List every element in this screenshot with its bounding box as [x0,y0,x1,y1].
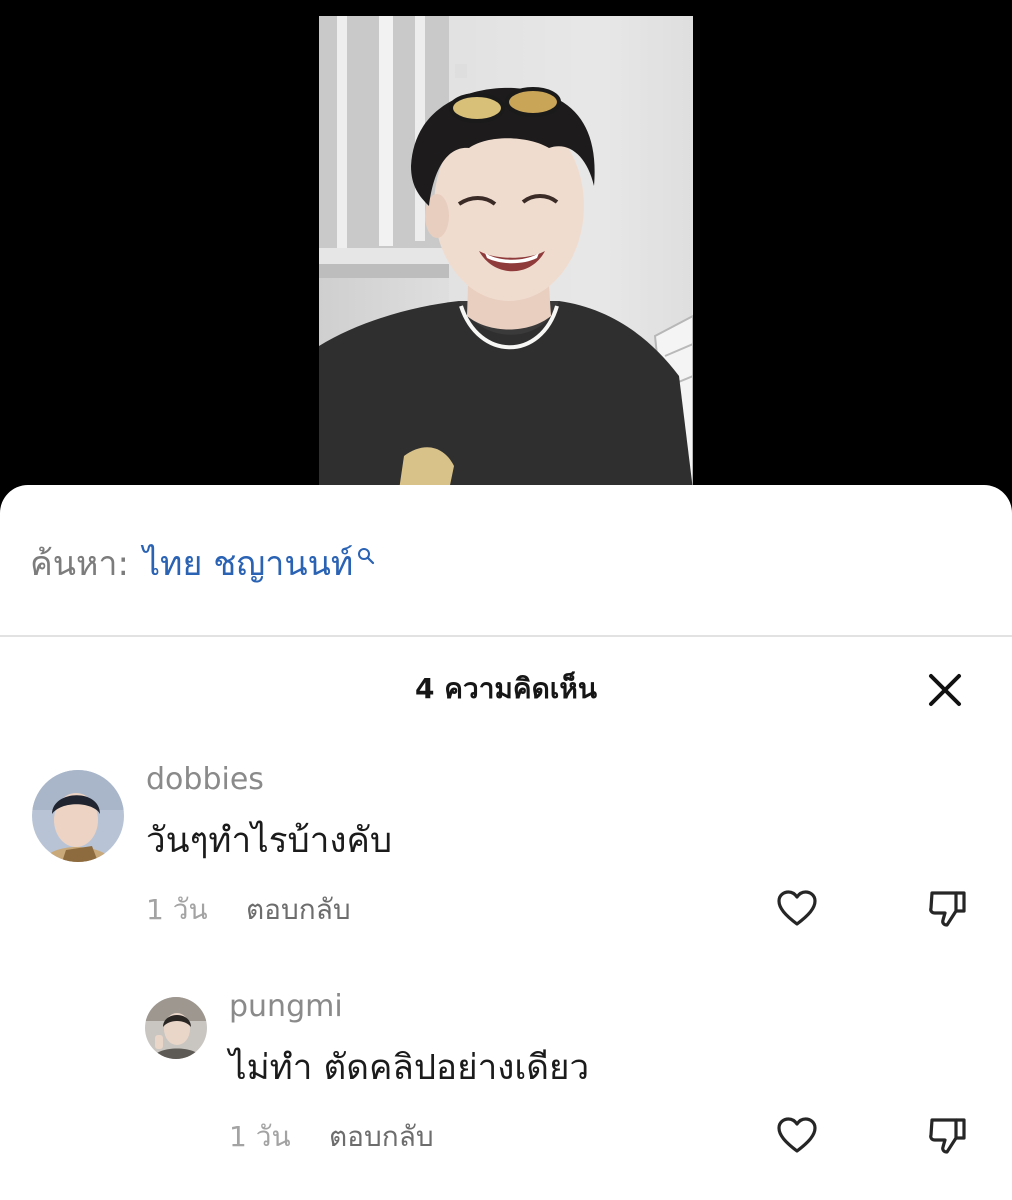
avatar[interactable] [32,770,124,862]
close-button[interactable] [922,667,968,713]
comment-text: ไม่ทำ ตัดคลิปอย่างเดียว [229,1048,590,1088]
search-prefix-label: ค้นหา: [30,544,129,584]
search-icon[interactable] [357,534,375,574]
reply-button[interactable]: ตอบกลับ [246,890,351,930]
comment-time: 1 วัน [146,893,208,926]
screen: ค้นหา: ไทย ชญานนท์ 4 ความคิดเห็น dobbies… [0,0,1012,1200]
related-search[interactable]: ค้นหา: ไทย ชญานนท์ [30,533,375,593]
comment-username[interactable]: dobbies [146,760,264,800]
avatar[interactable] [145,997,207,1059]
thumbs-down-icon [929,891,966,927]
comment-item: pungmi ไม่ทำ ตัดคลิปอย่างเดียว 1 วัน ตอบ… [0,989,1012,1177]
dislike-button[interactable] [926,1114,970,1158]
comment-text: วันๆทำไรบ้างคับ [146,821,393,861]
heart-icon [777,1117,817,1153]
dislike-button[interactable] [926,887,970,931]
like-button[interactable] [775,887,819,931]
like-button[interactable] [775,1114,819,1158]
video-player[interactable] [319,16,693,490]
comments-count-title: 4 ความคิดเห็น [415,672,597,705]
thumbs-down-icon [929,1118,966,1154]
comment-time: 1 วัน [229,1120,291,1153]
section-divider [0,635,1012,637]
search-term-link[interactable]: ไทย ชญานนท์ [143,536,353,590]
comment-username[interactable]: pungmi [229,987,343,1027]
heart-icon [777,890,817,926]
comments-sheet: ค้นหา: ไทย ชญานนท์ 4 ความคิดเห็น dobbies… [0,485,1012,1200]
comment-item: dobbies วันๆทำไรบ้างคับ 1 วัน ตอบกลับ [0,762,1012,950]
close-icon [929,674,961,706]
video-frame-image [319,16,693,490]
reply-button[interactable]: ตอบกลับ [329,1117,434,1157]
